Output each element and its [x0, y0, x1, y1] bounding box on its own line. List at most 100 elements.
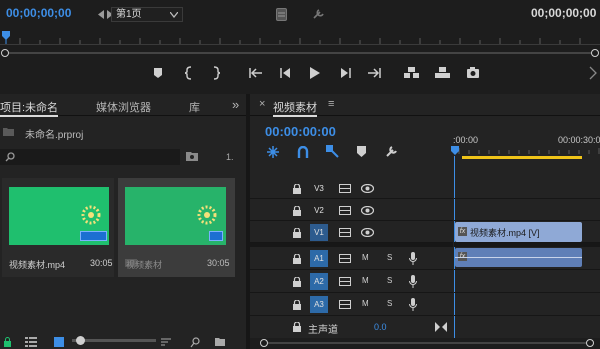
- bin-from-search-icon[interactable]: [186, 151, 199, 162]
- track-name[interactable]: V3: [310, 180, 328, 197]
- track-name[interactable]: A3: [310, 296, 328, 313]
- step-back-icon[interactable]: [280, 67, 291, 79]
- find-icon[interactable]: [190, 337, 201, 348]
- track-lane-v3[interactable]: [454, 177, 600, 199]
- list-view-icon[interactable]: [25, 337, 37, 347]
- sync-lock-icon[interactable]: [339, 184, 351, 193]
- ruler-start-label: :00:00: [453, 135, 479, 145]
- solo-button[interactable]: S: [387, 253, 392, 262]
- go-to-end-icon[interactable]: [435, 322, 447, 332]
- timeline-settings-icon[interactable]: [385, 145, 398, 158]
- timeline-scrollbar[interactable]: [250, 338, 600, 349]
- timeline-playhead[interactable]: [450, 145, 460, 157]
- go-to-in-icon[interactable]: [249, 67, 263, 79]
- tab-sequence[interactable]: 视频素材: [273, 99, 317, 117]
- tab-project[interactable]: 项目:未命名: [0, 99, 59, 117]
- zoom-scrollbar[interactable]: [0, 48, 600, 58]
- icon-view-icon[interactable]: [54, 337, 64, 347]
- new-bin-icon[interactable]: [215, 337, 226, 347]
- scrollbar-handle-left[interactable]: [1, 49, 9, 57]
- sync-lock-icon[interactable]: [339, 206, 351, 215]
- project-item[interactable]: 视频素材 30:05: [118, 178, 235, 277]
- more-controls-icon[interactable]: [589, 66, 597, 80]
- lock-icon[interactable]: [293, 184, 301, 194]
- audio-clip[interactable]: fx: [455, 248, 582, 267]
- insert-icon[interactable]: [403, 66, 420, 79]
- track-name[interactable]: V2: [310, 202, 328, 219]
- microphone-icon[interactable]: [409, 275, 417, 288]
- track-lane-a2[interactable]: [454, 270, 600, 293]
- more-panels-button[interactable]: »: [232, 97, 239, 112]
- wrench-icon[interactable]: [313, 9, 325, 19]
- work-area-bar[interactable]: [462, 156, 582, 159]
- mark-in-icon[interactable]: [185, 66, 193, 80]
- linked-selection-icon[interactable]: [326, 145, 339, 158]
- tab-libraries[interactable]: 库: [189, 99, 200, 115]
- search-input[interactable]: [0, 149, 180, 165]
- close-sequence-button[interactable]: ×: [259, 98, 265, 110]
- video-clip[interactable]: fx 视频素材.mp4 [V]: [455, 222, 582, 242]
- mute-button[interactable]: M: [362, 299, 369, 308]
- eye-icon[interactable]: [361, 206, 374, 215]
- master-volume-value[interactable]: 0.0: [374, 322, 387, 332]
- step-forward-icon[interactable]: [340, 67, 351, 79]
- snap-in-sequence-icon[interactable]: [267, 146, 279, 158]
- go-to-out-icon[interactable]: [367, 67, 381, 79]
- lock-icon[interactable]: [293, 228, 301, 238]
- overwrite-icon[interactable]: [434, 66, 451, 79]
- prev-page-icon[interactable]: [97, 10, 105, 19]
- snap-icon[interactable]: [297, 146, 309, 158]
- monitor-ruler[interactable]: [0, 30, 600, 48]
- timeline-ruler[interactable]: :00:00 00:00:30:0: [453, 130, 600, 156]
- solo-button[interactable]: S: [387, 299, 392, 308]
- playhead-timecode[interactable]: 00;00;00;00: [6, 6, 71, 20]
- duration-timecode: 00;00;00;00: [531, 6, 597, 20]
- mark-out-icon[interactable]: [212, 66, 220, 80]
- eye-icon[interactable]: [361, 184, 374, 193]
- playhead-marker[interactable]: [1, 30, 11, 48]
- scrollbar-handle-right[interactable]: [591, 49, 599, 57]
- track-lane-v1[interactable]: fx 视频素材.mp4 [V]: [454, 221, 600, 243]
- camera-icon[interactable]: [466, 66, 480, 79]
- mute-button[interactable]: M: [362, 276, 369, 285]
- lock-icon[interactable]: [3, 337, 12, 347]
- track-lane-a1[interactable]: fx: [454, 247, 600, 270]
- lock-icon[interactable]: [293, 254, 301, 264]
- add-marker-icon[interactable]: [357, 146, 366, 157]
- tab-media-browser[interactable]: 媒体浏览器: [96, 99, 151, 115]
- play-icon[interactable]: [309, 66, 321, 80]
- sync-lock-icon[interactable]: [339, 228, 351, 237]
- export-frame-icon[interactable]: [276, 8, 287, 21]
- track-lane-master[interactable]: [454, 316, 600, 338]
- project-item[interactable]: 视频素材.mp4 30:05: [2, 178, 114, 277]
- track-name[interactable]: V1: [310, 224, 328, 241]
- microphone-icon[interactable]: [409, 298, 417, 311]
- track-name[interactable]: A2: [310, 273, 328, 290]
- page-select[interactable]: 第1页: [111, 7, 183, 22]
- zoom-slider-handle[interactable]: [76, 336, 85, 345]
- sync-lock-icon[interactable]: [339, 300, 351, 309]
- track-lane-a3[interactable]: [454, 293, 600, 316]
- sequence-timecode[interactable]: 00:00:00:00: [265, 124, 336, 139]
- microphone-icon[interactable]: [409, 252, 417, 265]
- mute-button[interactable]: M: [362, 253, 369, 262]
- track-name[interactable]: A1: [310, 250, 328, 267]
- scrollbar-handle-left[interactable]: [260, 339, 268, 347]
- lock-icon[interactable]: [293, 277, 301, 287]
- track-area[interactable]: fx 视频素材.mp4 [V] fx: [454, 177, 600, 338]
- track-lane-v2[interactable]: [454, 199, 600, 221]
- panel-menu-icon[interactable]: ≡: [328, 98, 334, 110]
- eye-icon[interactable]: [361, 228, 374, 237]
- sync-lock-icon[interactable]: [339, 277, 351, 286]
- sync-lock-icon[interactable]: [339, 254, 351, 263]
- lock-icon[interactable]: [293, 322, 301, 332]
- scrollbar-handle-right[interactable]: [586, 339, 594, 347]
- track-header-a1: A1 M S: [250, 247, 453, 270]
- sort-icon[interactable]: [160, 337, 172, 347]
- volume-rubber-band[interactable]: [455, 257, 582, 258]
- add-marker-icon[interactable]: [153, 67, 163, 79]
- zoom-slider[interactable]: [72, 336, 156, 345]
- lock-icon[interactable]: [293, 206, 301, 216]
- solo-button[interactable]: S: [387, 276, 392, 285]
- lock-icon[interactable]: [293, 300, 301, 310]
